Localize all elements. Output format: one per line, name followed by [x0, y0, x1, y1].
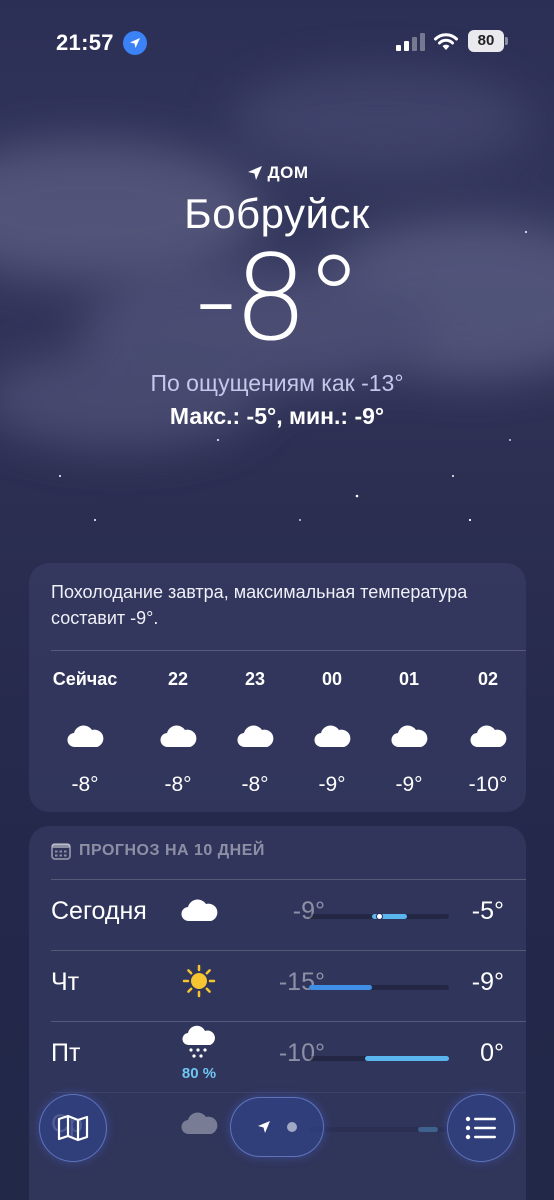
hour-time: Сейчас — [52, 669, 118, 689]
day-name: Пт — [51, 1039, 81, 1067]
hour-item: 23 -8° — [215, 669, 295, 797]
location-services-icon — [123, 31, 147, 55]
cloud-icon — [470, 725, 507, 748]
hourly-forecast-card[interactable]: Похолодание завтра, максимальная темпера… — [29, 563, 526, 812]
divider — [51, 650, 526, 651]
divider — [51, 879, 526, 880]
day-name: Сегодня — [51, 897, 147, 925]
current-temperature: -8° — [194, 229, 364, 367]
hour-time: 02 — [477, 669, 499, 689]
battery-tip — [505, 37, 508, 45]
snow-cloud-icon — [182, 1025, 215, 1058]
location-arrow-icon — [247, 166, 262, 180]
locations-list-button[interactable] — [447, 1094, 515, 1162]
hour-item: 02 -10° — [448, 669, 528, 797]
wifi-icon — [434, 33, 458, 50]
page-indicator[interactable] — [230, 1097, 324, 1157]
hour-temp: -8° — [241, 773, 269, 796]
day-low: -15° — [278, 968, 325, 996]
day-high: -9° — [471, 968, 504, 996]
temperature-range-fill — [309, 985, 372, 990]
hour-item: 01 -9° — [369, 669, 449, 797]
high-low: Макс.: -5°, мин.: -9° — [169, 403, 385, 429]
hour-time: 00 — [321, 669, 343, 689]
day-low: -10° — [278, 1039, 325, 1067]
day-low: -9° — [292, 897, 325, 925]
forecast-day-row[interactable]: Чт -15° -9° — [29, 950, 526, 1020]
hour-temp: -8° — [71, 773, 99, 796]
location-label: ДОМ — [0, 160, 554, 186]
cloud-icon — [181, 899, 218, 922]
forecast-header: ПРОГНОЗ НА 10 ДНЕЙ — [51, 842, 265, 860]
battery-icon: 80 — [468, 30, 508, 52]
page-dot — [287, 1122, 297, 1132]
cellular-signal-icon — [396, 33, 425, 51]
cloud-icon — [237, 725, 274, 748]
current-weather: ДОМ Бобруйск -8° По ощущениям как -13° М… — [0, 160, 554, 430]
location-arrow-icon — [258, 1121, 270, 1133]
cloud-icon — [314, 725, 351, 748]
list-icon — [465, 1116, 496, 1140]
temperature-range-bar — [309, 1056, 449, 1061]
day-high: -5° — [471, 897, 504, 925]
battery-level: 80 — [468, 30, 504, 52]
hour-temp: -9° — [395, 773, 423, 796]
forecast-title: ПРОГНОЗ НА 10 ДНЕЙ — [79, 842, 265, 859]
calendar-icon — [51, 843, 71, 860]
hour-temp: -9° — [318, 773, 346, 796]
hour-temp: -8° — [164, 773, 192, 796]
status-bar: 21:57 80 — [0, 0, 554, 80]
forecast-day-row[interactable]: Сегодня -9° -5° — [29, 879, 526, 949]
day-name: Чт — [51, 968, 80, 996]
current-temp-dot — [376, 913, 383, 920]
hour-time: 23 — [244, 669, 266, 689]
temperature-range-bar — [309, 985, 449, 990]
hour-item: 22 -8° — [138, 669, 218, 797]
hour-time: 01 — [398, 669, 420, 689]
hour-temp: -10° — [468, 773, 508, 796]
divider — [51, 950, 526, 951]
temperature-range-fill — [365, 1056, 449, 1061]
forecast-summary: Похолодание завтра, максимальная темпера… — [51, 582, 468, 628]
location-label-text: ДОМ — [267, 163, 309, 182]
map-icon — [57, 1114, 89, 1142]
bottom-toolbar — [0, 1080, 554, 1200]
cloud-icon — [67, 725, 104, 748]
status-time: 21:57 — [56, 30, 114, 55]
cloud-icon — [391, 725, 428, 748]
divider — [51, 1021, 526, 1022]
day-high: 0° — [480, 1039, 504, 1067]
hour-time: 22 — [167, 669, 189, 689]
feels-like: По ощущениям как -13° — [150, 370, 404, 396]
hour-item: 00 -9° — [292, 669, 372, 797]
sun-icon — [182, 964, 216, 998]
hour-item: Сейчас -8° — [45, 669, 125, 797]
temperature-range-bar — [309, 913, 449, 920]
map-button[interactable] — [39, 1094, 107, 1162]
cloud-icon — [160, 725, 197, 748]
